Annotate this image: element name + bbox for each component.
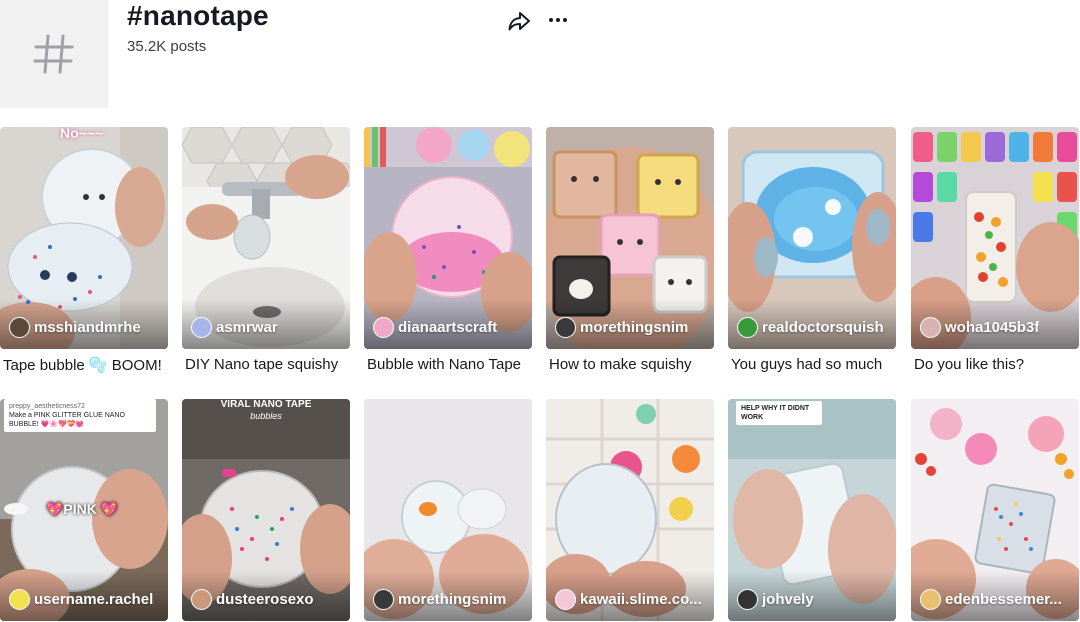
avatar (555, 317, 576, 338)
video-caption[interactable]: Bubble with Nano Tape (367, 356, 535, 373)
author[interactable]: morethingsnim (555, 317, 688, 338)
author[interactable]: edenbessemer... (920, 589, 1062, 610)
hashtag-header: #nanotape 35.2K posts (0, 0, 1080, 120)
avatar (555, 589, 576, 610)
avatar (191, 589, 212, 610)
avatar (9, 589, 30, 610)
author-name: dianaartscraft (398, 319, 498, 336)
author[interactable]: asmrwar (191, 317, 278, 338)
author[interactable]: dianaartscraft (373, 317, 497, 338)
video-thumbnail[interactable]: No~~~ msshiandmrhe (0, 127, 168, 349)
video-thumbnail[interactable]: HELP WHY IT DIDNT WORK johvely (728, 399, 896, 621)
avatar (373, 317, 394, 338)
video-thumbnail[interactable]: woha1045b3f (911, 127, 1079, 349)
author-name: dusteerosexo (216, 591, 314, 608)
comment-reply-card: HELP WHY IT DIDNT WORK (736, 401, 822, 425)
post-count: 35.2K posts (127, 38, 207, 55)
avatar (920, 317, 941, 338)
comment-reply-card: preppy_aestheticness72 Make a PINK GLITT… (4, 399, 156, 432)
video-thumbnail[interactable]: VIRAL NANO TAPE bubbles dusteerosexo (182, 399, 350, 621)
author-name: kawaii.slime.co... (580, 591, 702, 608)
share-button[interactable] (506, 8, 532, 34)
share-icon (508, 12, 530, 31)
video-caption[interactable]: You guys had so much (731, 356, 899, 373)
avatar (920, 589, 941, 610)
hash-icon (33, 34, 74, 74)
avatar (191, 317, 212, 338)
author-name: edenbessemer... (945, 591, 1062, 608)
author-name: realdoctorsquish (762, 319, 884, 336)
author[interactable]: johvely (737, 589, 814, 610)
video-thumbnail[interactable]: kawaii.slime.co... (546, 399, 714, 621)
video-thumbnail[interactable]: morethingsnim (364, 399, 532, 621)
author-name: woha1045b3f (945, 319, 1040, 336)
page-title: #nanotape (127, 0, 269, 31)
video-overlay-text: 💖PINK 💖 (46, 501, 119, 517)
author-name: asmrwar (216, 319, 278, 336)
video-thumbnail[interactable]: edenbessemer... (911, 399, 1079, 621)
author[interactable]: realdoctorsquish (737, 317, 884, 338)
author-name: johvely (762, 591, 814, 608)
avatar (9, 317, 30, 338)
hashtag-avatar (0, 0, 108, 108)
more-options-button[interactable] (546, 8, 570, 32)
author-name: msshiandmrhe (34, 319, 141, 336)
video-caption[interactable]: Do you like this? (914, 356, 1080, 373)
author[interactable]: morethingsnim (373, 589, 506, 610)
avatar (737, 589, 758, 610)
video-overlay-text: VIRAL NANO TAPE (220, 399, 312, 410)
avatar (737, 317, 758, 338)
author[interactable]: dusteerosexo (191, 589, 314, 610)
author[interactable]: kawaii.slime.co... (555, 589, 702, 610)
comment-username: preppy_aestheticness72 (9, 403, 85, 410)
video-overlay-text: No~~~ (60, 127, 104, 141)
video-thumbnail[interactable]: realdoctorsquish (728, 127, 896, 349)
video-thumbnail[interactable]: morethingsnim (546, 127, 714, 349)
video-thumbnail[interactable]: asmrwar (182, 127, 350, 349)
comment-text: Make a PINK GLITTER GLUE NANO BUBBLE! 💗🌸… (9, 412, 125, 428)
more-icon-dot (556, 18, 560, 22)
video-caption[interactable]: DIY Nano tape squishy (185, 356, 353, 373)
more-icon-dot (563, 18, 567, 22)
video-thumbnail[interactable]: dianaartscraft (364, 127, 532, 349)
comment-text: HELP WHY IT DIDNT WORK (741, 405, 810, 421)
author[interactable]: woha1045b3f (920, 317, 1039, 338)
video-caption[interactable]: Tape bubble 🫧 BOOM! (3, 356, 171, 374)
video-overlay-subtext: bubbles (250, 411, 282, 421)
video-thumbnail[interactable]: preppy_aestheticness72 Make a PINK GLITT… (0, 399, 168, 621)
author[interactable]: msshiandmrhe (9, 317, 141, 338)
author-name: morethingsnim (580, 319, 689, 336)
author-name: morethingsnim (398, 591, 507, 608)
more-icon (549, 18, 553, 22)
author-name: username.rachel (34, 591, 154, 608)
video-caption[interactable]: How to make squishy (549, 356, 717, 373)
avatar (373, 589, 394, 610)
author[interactable]: username.rachel (9, 589, 153, 610)
